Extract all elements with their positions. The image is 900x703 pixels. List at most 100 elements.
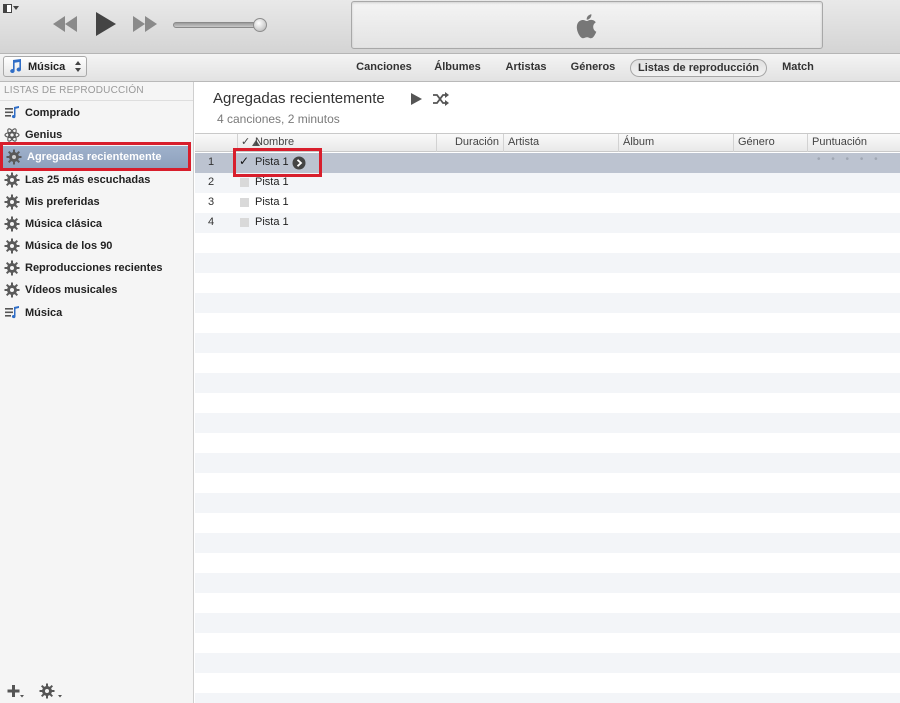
tab-canciones[interactable]: Canciones [353,59,415,77]
sidebar-header: LISTAS DE REPRODUCCIÓN [4,85,144,96]
divider [0,100,193,101]
table-row-background [195,293,900,313]
track-checkbox[interactable] [240,198,249,207]
table-row-background [195,333,900,353]
playlist-icon [5,106,19,119]
highlight-box [0,142,191,171]
fast-forward-icon[interactable] [132,16,158,32]
volume-track [173,22,261,28]
smart-playlist-gear-icon [4,260,20,276]
playlist-icon [5,306,19,319]
volume-knob[interactable] [253,18,267,32]
track-table: 1 Pista 1 • • • • • 2 Pista 1 3 Pista 1 … [195,153,900,703]
tab-artistas[interactable]: Artistas [502,59,550,77]
table-row-background [195,453,900,473]
page-title: Agregadas recientemente [213,90,385,107]
track-name: Pista 1 [255,196,289,208]
track-number: 2 [208,176,215,188]
play-icon[interactable] [95,12,117,36]
playlist-summary: 4 canciones, 2 minutos [217,112,340,126]
column-header-artista[interactable]: Artista [503,134,618,152]
tab-match[interactable]: Match [778,59,818,77]
table-row-background [195,613,900,633]
track-name: Pista 1 [255,216,289,228]
track-number: 1 [208,156,215,168]
table-row-background [195,273,900,293]
table-row-background [195,233,900,253]
sidebar-item-las-25-mas-escuchadas[interactable]: Las 25 más escuchadas [0,169,193,191]
table-row-background [195,353,900,373]
add-playlist-icon[interactable] [6,682,24,700]
sidebar-item-label: Comprado [25,107,80,119]
genius-icon [4,128,20,142]
table-row-background [195,313,900,333]
table-row[interactable]: 3 Pista 1 [195,193,900,213]
sidebar-item-label: Música de los 90 [25,240,113,252]
sidebar-item-label: Música [25,307,63,319]
table-row-background [195,633,900,653]
tab-listas-de-reproduccion[interactable]: Listas de reproducción [630,59,767,77]
track-name: Pista 1 [255,176,289,188]
play-icon[interactable] [410,92,423,106]
table-row-background [195,653,900,673]
smart-playlist-gear-icon [4,282,20,298]
smart-playlist-gear-icon [4,172,20,188]
table-row-background [195,593,900,613]
column-header-album[interactable]: Álbum [618,134,733,152]
smart-playlist-gear-icon [4,216,20,232]
player-toolbar [0,0,900,54]
column-header-puntuacion[interactable]: Puntuación [807,134,900,152]
table-row-background [195,373,900,393]
track-number: 3 [208,196,215,208]
status-display [351,1,823,49]
tab-generos[interactable]: Géneros [566,59,620,77]
sidebar-item-reproducciones-recientes[interactable]: Reproducciones recientes [0,257,193,279]
table-row-background [195,693,900,703]
library-selector-label: Música [28,60,66,73]
apple-logo-icon [576,14,597,39]
table-row-background [195,253,900,273]
sidebar-item-label: Mis preferidas [25,196,100,208]
table-row-background [195,673,900,693]
library-selector[interactable]: Música [3,56,87,77]
sidebar: LISTAS DE REPRODUCCIÓN Comprado Genius A… [0,82,194,703]
sidebar-item-videos-musicales[interactable]: Vídeos musicales [0,279,193,301]
highlight-box [233,148,322,177]
sidebar-item-label: Música clásica [25,218,103,230]
sidebar-item-musica-clasica[interactable]: Música clásica [0,213,193,235]
table-row-background [195,473,900,493]
track-checkbox[interactable] [240,218,249,227]
sidebar-item-label: Las 25 más escuchadas [25,174,151,186]
table-row-background [195,393,900,413]
track-checkbox[interactable] [240,178,249,187]
table-row-background [195,513,900,533]
tab-albumes[interactable]: Álbumes [430,59,485,77]
table-row-background [195,553,900,573]
table-row-background [195,573,900,593]
sidebar-item-label: Genius [25,129,63,141]
sidebar-item-musica-de-los-90[interactable]: Música de los 90 [0,235,193,257]
table-row-background [195,413,900,433]
up-down-arrows-icon [75,61,81,72]
sidebar-footer [0,682,193,703]
table-row-background [195,533,900,553]
table-row[interactable]: 4 Pista 1 [195,213,900,233]
music-note-icon [10,59,22,74]
sidebar-item-mis-preferidas[interactable]: Mis preferidas [0,191,193,213]
navigation-bar: Música Canciones Álbumes Artistas Género… [0,54,900,82]
smart-playlist-gear-icon [4,238,20,254]
track-rating[interactable]: • • • • • [817,154,882,165]
rewind-icon[interactable] [52,16,78,32]
shuffle-icon[interactable] [432,91,450,107]
column-header-duracion[interactable]: Duración [436,134,503,152]
column-header-genero[interactable]: Género [733,134,807,152]
sidebar-item-label: Vídeos musicales [25,284,118,296]
sidebar-item-label: Reproducciones recientes [25,262,163,274]
volume-slider[interactable] [173,18,267,32]
settings-gear-icon[interactable] [38,682,64,700]
sidebar-item-comprado[interactable]: Comprado [0,102,193,124]
table-row-background [195,493,900,513]
track-number: 4 [208,216,215,228]
sidebar-item-musica[interactable]: Música [0,302,193,324]
menu-toggle-icon[interactable] [3,1,23,15]
